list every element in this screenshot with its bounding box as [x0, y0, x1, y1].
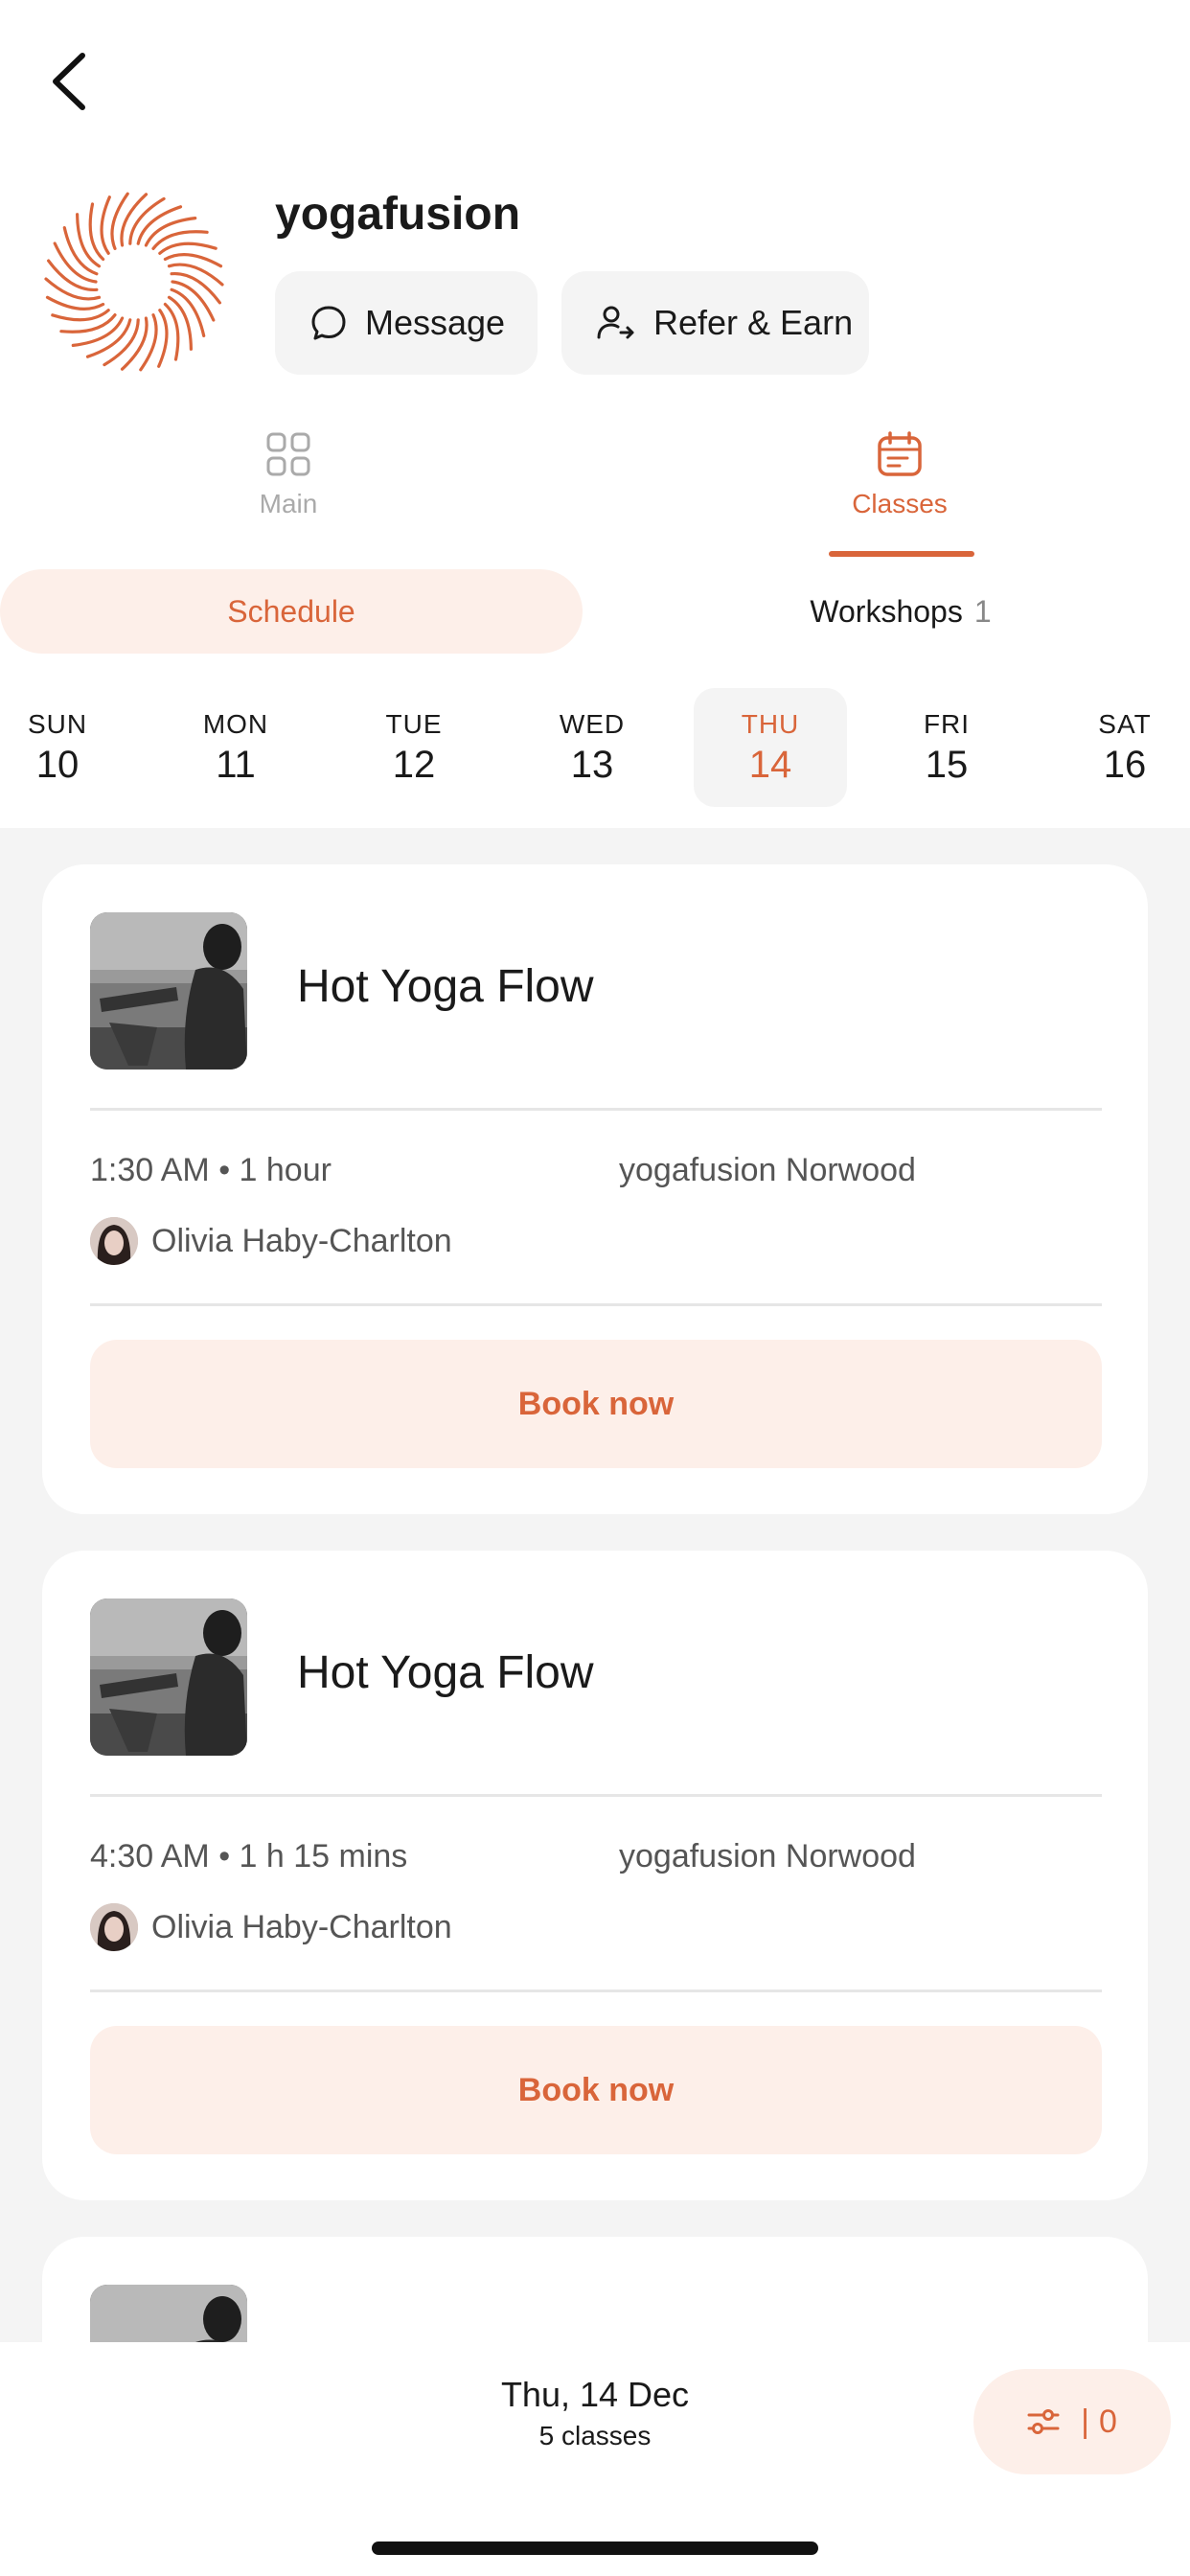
day-name: WED	[559, 708, 626, 739]
book-now-button[interactable]: Book now	[90, 1340, 1102, 1468]
class-location: yogafusion Norwood	[619, 1152, 916, 1188]
day-name: SUN	[27, 708, 88, 739]
day-item[interactable]: SAT 16	[1048, 688, 1190, 807]
tab-main-label: Main	[259, 489, 318, 518]
day-number: 11	[216, 743, 256, 786]
divider	[90, 1108, 1102, 1111]
class-title: Hot Yoga Flow	[297, 961, 594, 1012]
day-number: 12	[392, 743, 436, 786]
day-item-selected[interactable]: THU 14	[694, 688, 847, 807]
active-tab-indicator	[829, 551, 974, 557]
day-name: TUE	[385, 708, 443, 739]
segment-workshops-label: Workshops	[810, 593, 963, 629]
selected-date: Thu, 14 Dec	[500, 2375, 690, 2414]
segment-schedule[interactable]: Schedule	[0, 569, 583, 654]
segment-workshops[interactable]: Workshops 1	[613, 569, 1188, 654]
day-item[interactable]: SUN 10	[0, 688, 134, 807]
class-card[interactable]: Hot Yoga Flow 1:30 AM • 1 hour yogafusio…	[42, 864, 1148, 1514]
home-indicator	[372, 2542, 818, 2555]
day-number: 16	[1103, 743, 1147, 786]
day-name: FRI	[923, 708, 971, 739]
grid-icon	[266, 432, 310, 476]
class-time: 4:30 AM • 1 h 15 mins	[90, 1838, 408, 1874]
studio-logo	[42, 190, 226, 374]
instructor[interactable]: Olivia Haby-Charlton	[90, 1903, 452, 1951]
day-number: 10	[35, 743, 80, 786]
class-title: Hot Yoga Flow	[297, 1647, 594, 1698]
class-list[interactable]: Hot Yoga Flow 1:30 AM • 1 hour yogafusio…	[0, 828, 1190, 2342]
user-share-icon	[597, 306, 634, 339]
class-thumbnail	[90, 2285, 247, 2342]
book-now-button[interactable]: Book now	[90, 2026, 1102, 2154]
divider	[90, 1990, 1102, 1992]
divider	[90, 1303, 1102, 1306]
day-item[interactable]: FRI 15	[870, 688, 1023, 807]
class-card[interactable]	[42, 2237, 1148, 2342]
class-count: 5 classes	[538, 2421, 652, 2450]
chat-bubble-icon	[311, 306, 346, 340]
day-name: THU	[741, 708, 800, 739]
class-location: yogafusion Norwood	[619, 1838, 916, 1874]
message-button[interactable]: Message	[275, 271, 538, 375]
message-label: Message	[365, 303, 506, 342]
workshops-count: 1	[973, 593, 992, 629]
bottom-bar: Thu, 14 Dec 5 classes | 0	[0, 2342, 1190, 2576]
divider	[90, 1794, 1102, 1797]
day-item[interactable]: WED 13	[515, 688, 669, 807]
day-name: MON	[202, 708, 269, 739]
sliders-icon	[1027, 2409, 1060, 2434]
class-thumbnail	[90, 912, 247, 1070]
filter-button[interactable]: | 0	[973, 2369, 1171, 2474]
chevron-left-icon	[53, 53, 85, 110]
tab-classes-label: Classes	[852, 489, 948, 518]
day-item[interactable]: MON 11	[159, 688, 312, 807]
refer-label: Refer & Earn	[653, 303, 854, 342]
back-button[interactable]	[46, 48, 103, 115]
filter-count: 0	[1098, 2403, 1117, 2440]
day-item[interactable]: TUE 12	[337, 688, 491, 807]
day-number: 15	[925, 743, 969, 786]
refer-and-earn-button[interactable]: Refer & Earn	[561, 271, 869, 375]
studio-name: yogafusion	[275, 189, 521, 240]
instructor[interactable]: Olivia Haby-Charlton	[90, 1217, 452, 1265]
avatar	[90, 1217, 138, 1265]
tab-classes[interactable]: Classes	[756, 431, 1043, 556]
tab-main[interactable]: Main	[145, 431, 432, 556]
day-number: 13	[570, 743, 614, 786]
day-number: 14	[748, 743, 792, 786]
class-card[interactable]: Hot Yoga Flow 4:30 AM • 1 h 15 mins yoga…	[42, 1551, 1148, 2200]
class-thumbnail	[90, 1598, 247, 1756]
instructor-name: Olivia Haby-Charlton	[151, 1908, 452, 1945]
segment-schedule-label: Schedule	[227, 593, 355, 629]
avatar	[90, 1903, 138, 1951]
day-selector: SUN 10 MON 11 TUE 12 WED 13 THU 14 FRI 1…	[0, 688, 1190, 807]
calendar-icon	[878, 431, 922, 476]
instructor-name: Olivia Haby-Charlton	[151, 1222, 452, 1259]
day-name: SAT	[1098, 708, 1152, 739]
filter-separator: |	[1081, 2403, 1089, 2440]
class-time: 1:30 AM • 1 hour	[90, 1152, 332, 1188]
